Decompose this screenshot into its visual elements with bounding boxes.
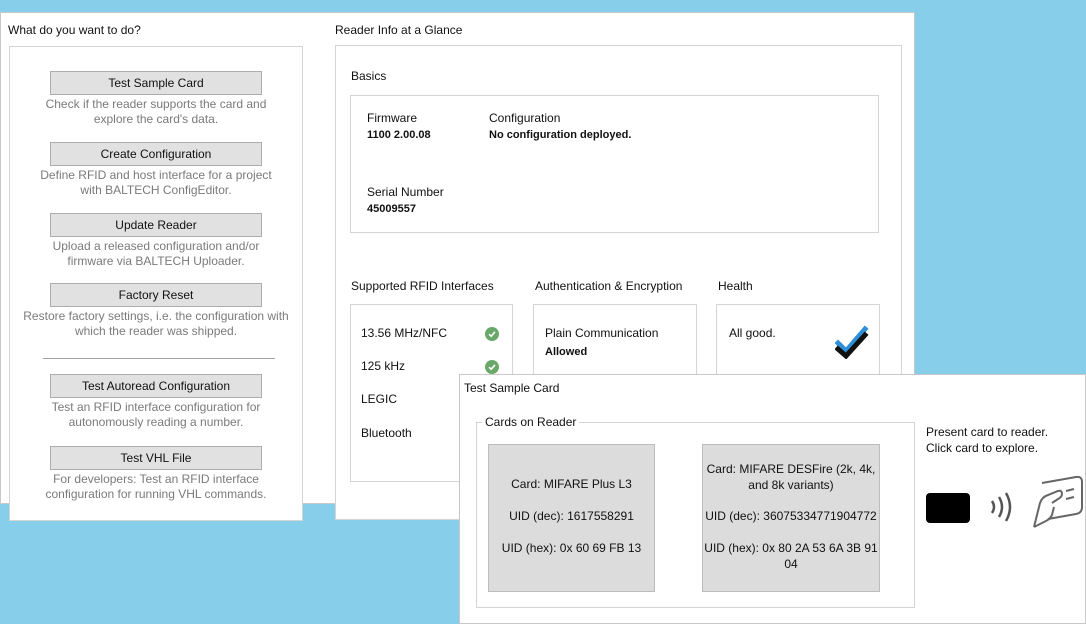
check-circle-icon — [485, 327, 499, 341]
configuration-label: Configuration — [489, 111, 561, 125]
card-uid-hex: UID (hex): 0x 60 69 FB 13 — [501, 541, 642, 555]
factory-reset-button[interactable]: Factory Reset — [50, 283, 262, 307]
left-section-title: What do you want to do? — [8, 23, 141, 37]
group-legend: Cards on Reader — [482, 415, 580, 429]
action-test-autoread: Test Autoread Configuration Test an RFID… — [10, 374, 302, 430]
test-sample-card-desc: Check if the reader supports the card an… — [45, 97, 267, 126]
create-configuration-button[interactable]: Create Configuration — [50, 142, 262, 166]
double-check-icon — [835, 325, 869, 359]
actions-panel: Test Sample Card Check if the reader sup… — [9, 46, 303, 521]
card-icon — [926, 493, 970, 523]
hint-line: Present card to reader. — [926, 425, 1049, 439]
test-sample-card-button[interactable]: Test Sample Card — [50, 71, 262, 95]
basics-title: Basics — [351, 69, 387, 83]
rfid-item-label: LEGIC — [361, 392, 398, 406]
health-title: Health — [718, 279, 753, 293]
hand-card-icon — [1033, 475, 1083, 528]
basics-box: Firmware 1100 2.00.08 Configuration No c… — [350, 95, 879, 233]
card-tile-mifare-plus[interactable]: Card: MIFARE Plus L3 UID (dec): 16175582… — [488, 444, 655, 592]
card-uid-hex-line: 04 — [784, 557, 798, 571]
configuration-value: No configuration deployed. — [489, 129, 632, 141]
serial-value: 45009557 — [367, 203, 416, 215]
auth-title: Authentication & Encryption — [535, 279, 683, 293]
health-value: All good. — [729, 326, 776, 340]
auth-value: Allowed — [545, 346, 588, 358]
test-autoread-desc: Test an RFID interface configuration for… — [51, 400, 261, 429]
divider — [43, 358, 275, 359]
action-test-vhl: Test VHL File For developers: Test an RF… — [10, 446, 302, 502]
card-name: Card: MIFARE Plus L3 — [511, 477, 632, 491]
card-uid-hex-line: UID (hex): 0x 80 2A 53 6A 3B 91 — [704, 541, 878, 555]
update-reader-desc: Upload a released configuration and/or f… — [52, 239, 260, 268]
action-factory-reset: Factory Reset Restore factory settings, … — [10, 283, 302, 339]
card-uid-dec: UID (dec): 36075334771904772 — [705, 509, 877, 523]
health-box: All good. — [716, 304, 880, 376]
firmware-label: Firmware — [367, 111, 417, 125]
serial-label: Serial Number — [367, 185, 444, 199]
factory-reset-desc: Restore factory settings, i.e. the confi… — [23, 309, 289, 338]
card-uid-dec: UID (dec): 1617558291 — [509, 509, 634, 523]
check-circle-icon — [485, 360, 499, 374]
test-vhl-button[interactable]: Test VHL File — [50, 446, 262, 470]
signal-waves-icon — [990, 492, 1012, 522]
dialog-title: Test Sample Card — [464, 381, 560, 395]
action-test-sample-card: Test Sample Card Check if the reader sup… — [10, 71, 302, 127]
rfid-item-label: 125 kHz — [361, 359, 406, 373]
card-name-line: Card: MIFARE DESFire (2k, 4k, — [706, 462, 876, 476]
rfid-item-label: Bluetooth — [361, 426, 412, 440]
rfid-item-label: 13.56 MHz/NFC — [361, 326, 448, 340]
firmware-value: 1100 2.00.08 — [367, 129, 431, 141]
reader-section-title: Reader Info at a Glance — [335, 23, 463, 37]
card-name-line: and 8k variants) — [748, 478, 834, 492]
card-tile-mifare-desfire[interactable]: Card: MIFARE DESFire (2k, 4k, and 8k var… — [702, 444, 880, 592]
hint-line: Click card to explore. — [926, 441, 1039, 455]
action-create-configuration: Create Configuration Define RFID and hos… — [10, 142, 302, 198]
update-reader-button[interactable]: Update Reader — [50, 213, 262, 237]
action-update-reader: Update Reader Upload a released configur… — [10, 213, 302, 269]
test-sample-card-window: Test Sample Card Cards on Reader Card: M… — [459, 374, 1086, 624]
auth-label: Plain Communication — [545, 326, 659, 340]
test-autoread-button[interactable]: Test Autoread Configuration — [50, 374, 262, 398]
auth-box: Plain Communication Allowed — [533, 304, 697, 376]
rfid-title: Supported RFID Interfaces — [351, 279, 494, 293]
test-vhl-desc: For developers: Test an RFID interface c… — [45, 472, 267, 501]
create-configuration-desc: Define RFID and host interface for a pro… — [40, 168, 272, 197]
